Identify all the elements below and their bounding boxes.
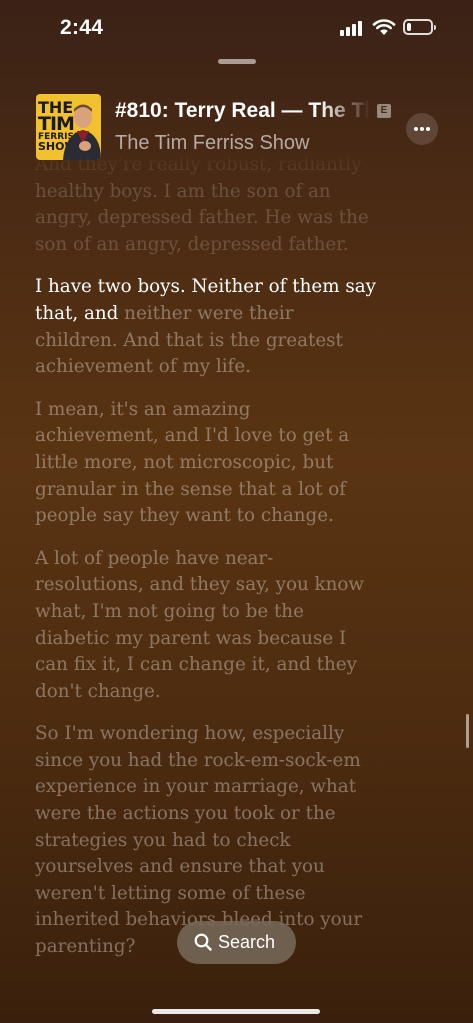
more-options-button[interactable] (406, 113, 438, 145)
battery-icon (403, 19, 436, 35)
transcript[interactable]: And they're really robust, radiantly hea… (35, 152, 380, 1023)
transcript-paragraph-current[interactable]: I have two boys. Neither of them say tha… (35, 274, 380, 380)
transcript-paragraph[interactable]: A lot of people have near-resolutions, a… (35, 546, 380, 706)
wifi-icon (372, 19, 396, 35)
host-portrait-image (63, 104, 101, 160)
scroll-indicator[interactable] (466, 714, 469, 748)
cellular-signal-icon (340, 20, 364, 36)
transcript-paragraph[interactable]: I mean, it's an amazing achievement, and… (35, 397, 380, 530)
explicit-badge: E (377, 104, 391, 118)
sheet-grabber[interactable] (218, 59, 256, 64)
search-button[interactable]: Search (177, 921, 296, 964)
search-label: Search (218, 932, 276, 952)
podcast-artwork[interactable]: THE TIM FERRISS SHOW (36, 94, 101, 160)
episode-title: #810: Terry Real — The Th (115, 99, 370, 122)
home-indicator[interactable] (152, 1009, 320, 1014)
status-bar: 2:44 (0, 0, 473, 56)
ellipsis-icon-dot (426, 127, 430, 131)
ellipsis-icon (414, 127, 418, 131)
ellipsis-icon-dot (420, 127, 424, 131)
transcript-paragraph[interactable]: And they're really robust, radiantly hea… (35, 152, 380, 258)
magnifying-glass-icon (194, 933, 212, 951)
status-time: 2:44 (60, 16, 104, 39)
